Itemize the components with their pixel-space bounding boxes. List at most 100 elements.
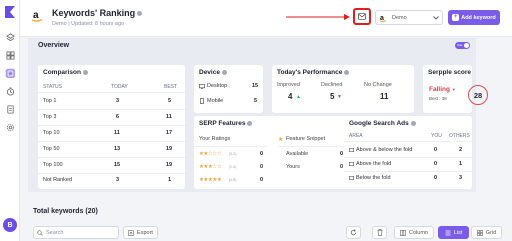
- device-value: 15: [252, 83, 259, 89]
- snippet-value: 0: [340, 164, 344, 170]
- ad-layout-icon: [349, 176, 354, 180]
- feature-snippet-label: Feature Snippet: [286, 136, 326, 142]
- improved-value: 4: [288, 92, 293, 101]
- best-value: 19: [166, 146, 173, 152]
- rating-value: 0: [260, 177, 264, 183]
- overview-toggle[interactable]: hide: [455, 42, 470, 49]
- list-icon: [445, 230, 451, 235]
- today-value: 13: [114, 146, 121, 152]
- info-icon[interactable]: [247, 120, 253, 126]
- google-ads-card: Google Search Ads AREA YOU OTHERS Above …: [344, 116, 472, 189]
- status-label: Top 100: [43, 162, 63, 168]
- rating-stars: ★★☆☆☆: [199, 151, 222, 157]
- email-report-button[interactable]: [353, 8, 371, 25]
- comparison-card: Comparison STATUS TODAY BEST Top 1 3 5 T…: [38, 65, 185, 189]
- declined-label: Declined: [321, 82, 343, 88]
- snippet-label: Yours: [286, 164, 300, 170]
- add-keyword-button[interactable]: + Add keyword: [448, 10, 500, 25]
- page-title: Keywords' Ranking: [52, 8, 143, 18]
- info-icon[interactable]: [82, 69, 88, 75]
- status-label: Top 3: [43, 114, 57, 120]
- chevron-down-icon: [433, 15, 439, 20]
- list-view-button[interactable]: List: [438, 226, 469, 239]
- list-label: List: [453, 229, 463, 236]
- rating-value: 0: [260, 151, 264, 157]
- info-icon[interactable]: [344, 69, 350, 75]
- area-label: Above the fold: [356, 161, 392, 167]
- column-header: BEST: [164, 84, 178, 90]
- info-icon[interactable]: [137, 11, 143, 17]
- rating-range: (0-2): [229, 152, 237, 156]
- search-input[interactable]: Search: [33, 226, 119, 239]
- update-status: Demo | Updated: 8 hours ago: [52, 21, 125, 27]
- rating-range: (4-5): [229, 178, 237, 182]
- column-header: STATUS: [43, 84, 62, 90]
- device-card: Device Desktop 15 Mobile 5: [194, 65, 263, 113]
- export-icon: [128, 229, 134, 236]
- device-value: 5: [254, 98, 258, 104]
- toggle-label: hide: [457, 43, 463, 47]
- column-header: YOU: [431, 133, 442, 139]
- card-title: Device: [199, 69, 227, 76]
- plus-icon: +: [452, 14, 460, 21]
- snippet-value: 0: [340, 151, 344, 157]
- delete-button[interactable]: [372, 226, 387, 239]
- grid-view-button[interactable]: Grid: [471, 226, 502, 239]
- today-value: 3: [116, 177, 120, 183]
- layers-icon[interactable]: [5, 32, 15, 42]
- info-icon[interactable]: [410, 120, 416, 126]
- mail-icon: [358, 13, 366, 20]
- card-title: Comparison: [43, 69, 88, 76]
- best-value: 11: [166, 114, 172, 120]
- ad-layout-icon: [349, 162, 354, 166]
- status-label: Top 10: [43, 130, 60, 136]
- keywords-ranking-icon[interactable]: [5, 68, 15, 78]
- no-change-value: 11: [380, 92, 389, 101]
- others-value: 1: [459, 161, 463, 167]
- you-value: 0: [434, 175, 438, 181]
- reports-icon[interactable]: [5, 104, 15, 114]
- card-title: Serpple score: [428, 69, 471, 76]
- rating-stars: ★★★☆☆: [199, 164, 222, 170]
- snippet-label: Available: [286, 151, 309, 157]
- amazon-icon: a: [379, 15, 387, 22]
- dashboard-icon[interactable]: [5, 50, 15, 60]
- best-score: Best : 38: [429, 96, 447, 101]
- star-icon: ★: [278, 137, 284, 143]
- overview-title: Overview: [38, 42, 70, 49]
- best-value: 5: [168, 98, 172, 104]
- declined-value: 5: [330, 92, 335, 101]
- device-label: Mobile: [207, 98, 224, 104]
- page-header: a Keywords' Ranking Demo | Updated: 8 ho…: [20, 0, 512, 37]
- amazon-logo-icon: a: [30, 9, 44, 23]
- export-button[interactable]: Export: [123, 226, 158, 239]
- best-value: 19: [166, 162, 173, 168]
- score-status: Falling ▼: [429, 86, 456, 93]
- search-placeholder: Search: [46, 229, 64, 236]
- refresh-button[interactable]: [346, 226, 361, 239]
- arrow-down-icon: ▼: [451, 87, 456, 92]
- user-avatar[interactable]: B: [3, 218, 17, 232]
- overview-panel: Overview hide Comparison STATUS TODAY BE…: [28, 38, 476, 192]
- timer-icon[interactable]: [5, 86, 15, 96]
- rating-value: 0: [260, 164, 264, 170]
- settings-icon[interactable]: [5, 122, 15, 132]
- trash-icon: [377, 229, 382, 236]
- device-label: Desktop: [207, 83, 228, 89]
- rating-range: (2-4): [229, 165, 237, 169]
- project-select[interactable]: a Demo: [375, 10, 443, 25]
- performance-card: Today's Performance Improved 4 ▲ Decline…: [272, 65, 414, 113]
- search-icon: [37, 229, 43, 236]
- today-value: 15: [114, 162, 121, 168]
- svg-text:a: a: [33, 10, 39, 21]
- app-logo[interactable]: [5, 6, 15, 18]
- status-label: Top 50: [43, 146, 60, 152]
- desktop-icon: [199, 84, 205, 89]
- grid-label: Grid: [485, 229, 497, 236]
- best-value: 1: [168, 177, 172, 183]
- rating-stars: ★★★★★: [199, 177, 222, 183]
- others-value: 3: [459, 175, 463, 181]
- column-button[interactable]: Column: [394, 226, 434, 239]
- card-title: Google Search Ads: [349, 120, 416, 127]
- info-icon[interactable]: [221, 69, 227, 75]
